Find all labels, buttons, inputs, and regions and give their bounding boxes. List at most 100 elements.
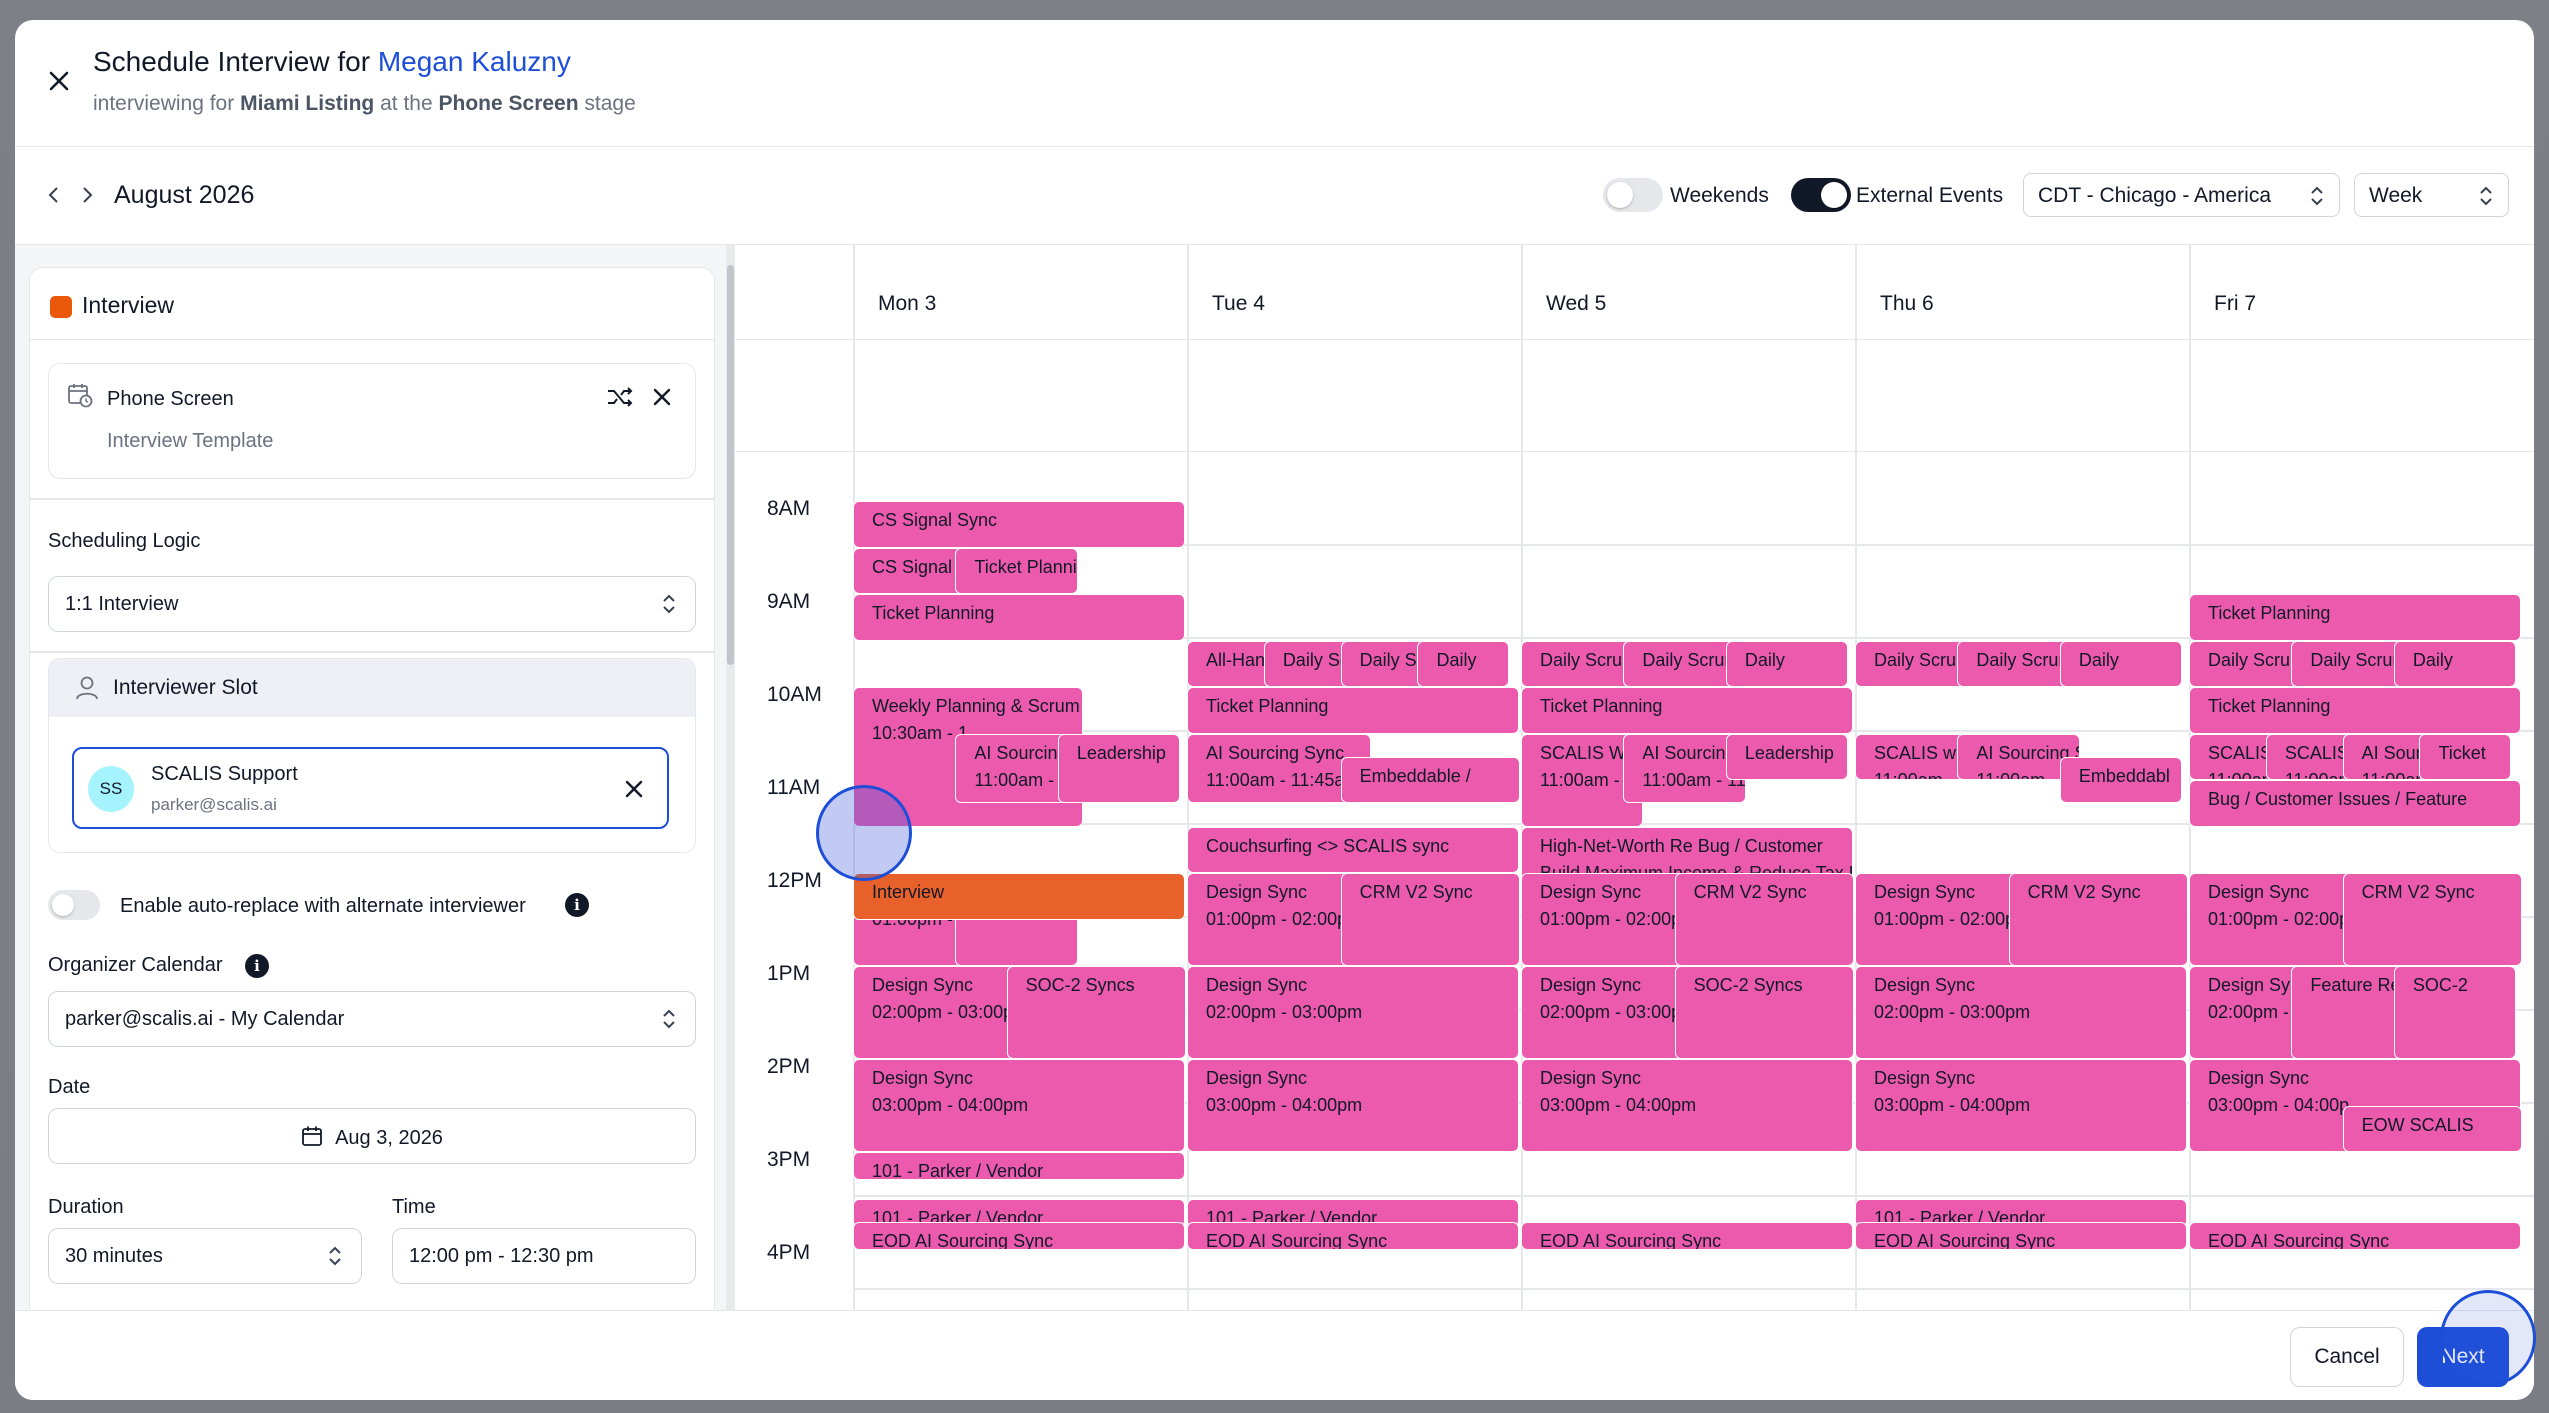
left-panel-scrollbar[interactable] xyxy=(726,245,735,1310)
remove-interviewer-button[interactable] xyxy=(617,772,651,806)
hour-label-10am: 10AM xyxy=(767,683,822,706)
event-title: Design Sync xyxy=(1206,1068,1308,1088)
time-input[interactable]: 12:00 pm - 12:30 pm xyxy=(392,1228,696,1284)
week-calendar: Mon 3 Tue 4 Wed 5 Thu 6 Fri 7 8AM 9AM 10… xyxy=(735,245,2534,1310)
calendar-event[interactable]: CRM V2 Sync xyxy=(2008,873,2188,966)
toggle-knob xyxy=(1821,182,1847,208)
event-title: Design Sync xyxy=(1540,1068,1642,1088)
calendar-event[interactable]: CS Signal Sync xyxy=(853,501,1185,548)
close-icon xyxy=(653,388,671,406)
close-button[interactable] xyxy=(40,62,78,100)
view-select[interactable]: Week xyxy=(2354,173,2509,217)
calendar-event[interactable]: EOD AI Sourcing Sync xyxy=(1187,1221,1519,1250)
event-title: Bug / Customer Issues / Feature xyxy=(2208,789,2468,809)
calendar-event[interactable]: EOD AI Sourcing Sync xyxy=(2189,1221,2521,1250)
event-time: 01:00pm - 02:00pm xyxy=(1206,909,1363,929)
calendar-event[interactable]: Embeddable / xyxy=(1340,756,1520,804)
duration-select[interactable]: 30 minutes xyxy=(48,1228,362,1284)
external-events-toggle[interactable] xyxy=(1791,178,1851,212)
interview-settings-panel: Interview Phone Screen Interview Templat… xyxy=(15,245,735,1310)
calendar-event[interactable]: Design Sync 02:00pm - 03:00pm xyxy=(1855,966,2187,1059)
calendar-event[interactable]: Leadership xyxy=(1725,733,1849,780)
calendar-event[interactable]: EOW SCALIS xyxy=(2342,1105,2522,1152)
calendar-event[interactable]: Bug / Customer Issues / Feature xyxy=(2189,780,2521,827)
event-time: 01:00pm - 02:00pm xyxy=(1874,909,2031,929)
interview-card: Interview Phone Screen Interview Templat… xyxy=(29,267,715,1310)
scrollbar-thumb[interactable] xyxy=(727,265,734,665)
auto-replace-toggle[interactable] xyxy=(48,890,100,920)
calendar-toolbar: August 2026 Weekends External Events CDT… xyxy=(15,147,2534,245)
date-picker[interactable]: Aug 3, 2026 xyxy=(48,1108,696,1164)
calendar-event[interactable]: EOD AI Sourcing Sync xyxy=(1855,1221,2187,1250)
calendar-event[interactable]: EOD AI Sourcing Sync xyxy=(1521,1221,1853,1250)
info-icon[interactable]: i xyxy=(245,954,269,978)
calendar-event[interactable]: CRM V2 Sync xyxy=(1674,873,1854,966)
calendar-event[interactable]: SOC-2 Syncs xyxy=(1674,966,1854,1059)
calendar-event[interactable]: Ticket xyxy=(2419,733,2512,780)
event-title: Leadership xyxy=(1076,742,1166,763)
event-title: Daily Scrur xyxy=(1642,649,1731,670)
weekends-label: Weekends xyxy=(1670,184,1769,207)
calendar-event[interactable]: Daily xyxy=(1725,640,1849,687)
calendar-event[interactable]: Daily xyxy=(2059,640,2183,687)
calendar-event[interactable]: Ticket Planning xyxy=(1187,687,1519,734)
calendar-event[interactable]: Ticket Planning xyxy=(955,547,1078,594)
calendar-event[interactable]: CRM V2 Sync xyxy=(1340,873,1520,966)
cancel-button[interactable]: Cancel xyxy=(2290,1327,2404,1387)
calendar-event[interactable]: EOD AI Sourcing Sync xyxy=(853,1221,1185,1250)
calendar-event[interactable]: SOC-2 Syncs xyxy=(1006,966,1186,1059)
remove-template-button[interactable] xyxy=(645,380,679,414)
event-title: Interview xyxy=(872,882,945,902)
day-header-thu: Thu 6 xyxy=(1880,292,1934,315)
calendar-event[interactable]: Design Sync 03:00pm - 04:00pm xyxy=(1187,1059,1519,1152)
calendar-event[interactable]: Daily xyxy=(2393,640,2517,687)
prev-button[interactable] xyxy=(40,181,68,209)
shuffle-button[interactable] xyxy=(603,380,637,414)
calendar-event[interactable]: Daily xyxy=(1417,640,1510,687)
event-title: Design Sync xyxy=(1206,975,1308,995)
candidate-name-link[interactable]: Megan Kaluzny xyxy=(378,46,571,77)
organizer-calendar-select[interactable]: parker@scalis.ai - My Calendar xyxy=(48,991,696,1047)
info-icon[interactable]: i xyxy=(565,893,589,917)
calendar-event[interactable]: Embeddabl xyxy=(2059,756,2183,804)
timezone-value: CDT - Chicago - America xyxy=(2038,184,2272,207)
calendar-event[interactable]: Design Sync 03:00pm - 04:00pm xyxy=(1521,1059,1853,1152)
event-title: Design Sync xyxy=(1540,882,1642,902)
proposed-interview-block[interactable]: Interview xyxy=(853,873,1185,920)
event-title: SOC-2 Syncs xyxy=(1693,975,1803,995)
hour-label-9am: 9AM xyxy=(767,590,811,613)
calendar-event[interactable]: Couchsurfing <> SCALIS sync xyxy=(1187,826,1519,873)
title-prefix: Schedule Interview for xyxy=(93,46,371,77)
calendar-event[interactable]: CRM V2 Sync xyxy=(2342,873,2522,966)
timezone-select[interactable]: CDT - Chicago - America xyxy=(2023,173,2340,217)
weekends-toggle[interactable] xyxy=(1603,178,1663,212)
event-title: Design Sync xyxy=(1874,975,1976,995)
event-title: Ticket Planning xyxy=(2208,696,2331,716)
next-week-button[interactable] xyxy=(73,181,101,209)
interviewer-email: parker@scalis.ai xyxy=(151,795,277,814)
event-title: Daily Scrur xyxy=(2208,649,2297,670)
calendar-event[interactable]: 101 - Parker / Vendor xyxy=(853,1152,1185,1180)
calendar-event[interactable]: Leadership xyxy=(1057,733,1181,804)
event-title: Ticket Planning xyxy=(974,556,1077,577)
event-title: SCALIS Parker xyxy=(2284,742,2357,763)
interviewer-slot-title: Interviewer Slot xyxy=(113,676,258,699)
calendar-event[interactable]: Design Sync 03:00pm - 04:00pm xyxy=(853,1059,1185,1152)
calendar-event[interactable]: Ticket Planning xyxy=(853,594,1185,641)
scheduling-logic-select[interactable]: 1:1 Interview xyxy=(48,576,696,632)
event-title: Daily Scrur xyxy=(1976,649,2065,670)
modal-title: Schedule Interview for Megan Kaluzny xyxy=(93,46,571,78)
auto-replace-label: Enable auto-replace with alternate inter… xyxy=(120,895,526,917)
calendar-event[interactable]: SOC-2 xyxy=(2393,966,2517,1059)
calendar-event[interactable]: Ticket Planning xyxy=(2189,594,2521,641)
event-title: Ticket Planning xyxy=(1540,696,1663,716)
calendar-event[interactable]: Ticket Planning xyxy=(2189,687,2521,734)
selected-interviewer[interactable]: SS SCALIS Support parker@scalis.ai xyxy=(72,747,669,829)
event-time: 11:00am - 11:45am xyxy=(974,769,1076,790)
calendar-event[interactable]: Design Sync 03:00pm - 04:00pm xyxy=(1855,1059,2187,1152)
chevron-updown-icon xyxy=(663,1009,675,1029)
calendar-event[interactable]: Design Sync 02:00pm - 03:00pm xyxy=(1187,966,1519,1059)
day-header-tue: Tue 4 xyxy=(1212,292,1265,315)
event-title: SOC-2 xyxy=(2412,975,2468,995)
calendar-event[interactable]: Ticket Planning xyxy=(1521,687,1853,734)
